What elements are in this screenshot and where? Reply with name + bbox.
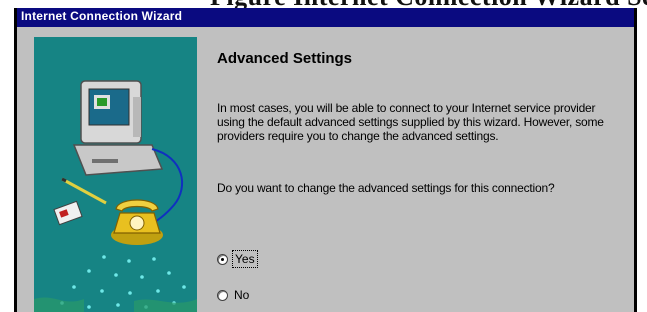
page-caption: Figure Internet Connection Wizard Settin… xyxy=(210,0,647,8)
option-yes[interactable]: Yes xyxy=(217,250,258,268)
window-title: Internet Connection Wizard xyxy=(21,9,183,23)
question-text: Do you want to change the advanced setti… xyxy=(217,181,555,195)
wizard-window: Internet Connection Wizard Advanced Sett… xyxy=(14,8,637,312)
computer-phone-icon xyxy=(34,37,197,312)
wizard-content: Advanced Settings In most cases, you wil… xyxy=(217,8,634,312)
option-no-label[interactable]: No xyxy=(234,288,249,302)
description-text: In most cases, you will be able to conne… xyxy=(217,101,604,143)
caption-strip: Figure Internet Connection Wizard Settin… xyxy=(0,0,647,8)
radio-no[interactable] xyxy=(217,289,228,301)
option-no[interactable]: No xyxy=(217,288,249,302)
page-heading: Advanced Settings xyxy=(217,50,353,67)
wizard-illustration xyxy=(34,37,197,312)
radio-yes[interactable] xyxy=(217,253,228,265)
option-yes-label[interactable]: Yes xyxy=(232,250,258,268)
